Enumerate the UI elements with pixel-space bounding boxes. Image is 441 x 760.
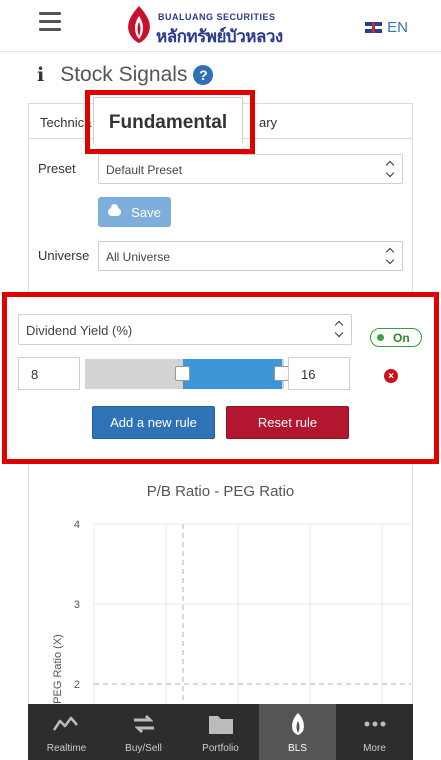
save-label: Save [131, 204, 161, 220]
chart-title: P/B Ratio - PEG Ratio [146, 483, 295, 500]
uk-flag-icon [365, 22, 383, 33]
nav-buysell-label: Buy/Sell [125, 743, 162, 754]
nav-realtime[interactable]: Realtime [28, 704, 105, 760]
bualuang-logo: BUALUANG SECURITIES หลักทรัพย์บัวหลวง [120, 4, 325, 46]
preset-value: Default Preset [106, 163, 183, 177]
tab-technical[interactable]: Technica [40, 115, 91, 130]
tab-summary[interactable]: ary [259, 115, 277, 130]
y-axis-label: PEG Ratio (X) [52, 634, 64, 704]
rule-metric-value: Dividend Yield (%) [26, 323, 133, 338]
nav-bls-label: BLS [288, 743, 307, 754]
menu-icon[interactable] [39, 12, 61, 32]
brand-thai: หลักทรัพย์บัวหลวง [156, 27, 283, 46]
nav-more-label: More [363, 743, 386, 754]
range-slider[interactable] [85, 359, 289, 389]
arrows-exchange-icon [133, 714, 154, 734]
page-title: Stock Signals [60, 63, 188, 86]
rule-metric-select[interactable]: Dividend Yield (%) [18, 314, 352, 345]
nav-portfolio-label: Portfolio [202, 743, 239, 754]
slider-handle-low[interactable] [174, 366, 190, 381]
rule-toggle[interactable]: On [370, 328, 422, 347]
lotus-icon [291, 713, 304, 735]
add-rule-button[interactable]: Add a new rule [92, 406, 215, 439]
brand-english: BUALUANG SECURITIES [158, 12, 276, 22]
bottom-nav: Realtime Buy/Sell Portfolio BLS More [28, 704, 413, 760]
toggle-label: On [393, 331, 410, 345]
language-label: EN [387, 19, 408, 36]
max-value-input[interactable]: 16 [288, 357, 350, 390]
folder-icon [208, 716, 233, 734]
select-arrows-icon [385, 247, 395, 265]
nav-portfolio[interactable]: Portfolio [182, 704, 259, 760]
save-button[interactable]: Save [98, 197, 171, 227]
preset-label: Preset [38, 161, 76, 176]
stock-signals-page: BUALUANG SECURITIES หลักทรัพย์บัวหลวง EN… [0, 0, 441, 760]
reset-rule-button[interactable]: Reset rule [226, 406, 349, 439]
nav-buysell[interactable]: Buy/Sell [105, 704, 182, 760]
y-tick-label: 3 [74, 599, 80, 611]
y-tick-label: 4 [74, 519, 80, 531]
pb-peg-chart: 4 3 2 PEG Ratio (X) [52, 519, 411, 709]
chart-line-icon [52, 716, 78, 731]
preset-select[interactable]: Default Preset [98, 154, 403, 184]
help-icon[interactable]: ? [193, 65, 214, 85]
nav-more[interactable]: More [336, 704, 413, 760]
info-icon[interactable]: i [37, 64, 44, 86]
lotus-logo-icon [128, 6, 150, 43]
max-value: 16 [301, 367, 316, 382]
min-value-input[interactable]: 8 [18, 357, 80, 390]
min-value: 8 [31, 367, 39, 382]
language-switch[interactable]: EN [365, 19, 408, 36]
universe-label: Universe [38, 248, 90, 263]
select-arrows-icon [385, 160, 395, 178]
remove-rule-icon[interactable]: × [384, 369, 398, 383]
cloud-upload-icon [108, 204, 122, 216]
page-title-row: i Stock Signals ? [37, 63, 214, 87]
nav-realtime-label: Realtime [46, 743, 87, 754]
y-tick-label: 2 [74, 679, 80, 691]
slider-fill [182, 359, 282, 389]
select-arrows-icon [334, 320, 344, 338]
universe-value: All Universe [106, 250, 171, 264]
universe-select[interactable]: All Universe [98, 241, 403, 271]
slider-handle-high[interactable] [274, 366, 289, 381]
highlight-box-tab [85, 90, 255, 154]
nav-bls[interactable]: BLS [259, 704, 336, 760]
more-dots-icon [364, 721, 385, 727]
toggle-dot-icon [377, 334, 384, 341]
app-header: BUALUANG SECURITIES หลักทรัพย์บัวหลวง EN [0, 0, 441, 52]
